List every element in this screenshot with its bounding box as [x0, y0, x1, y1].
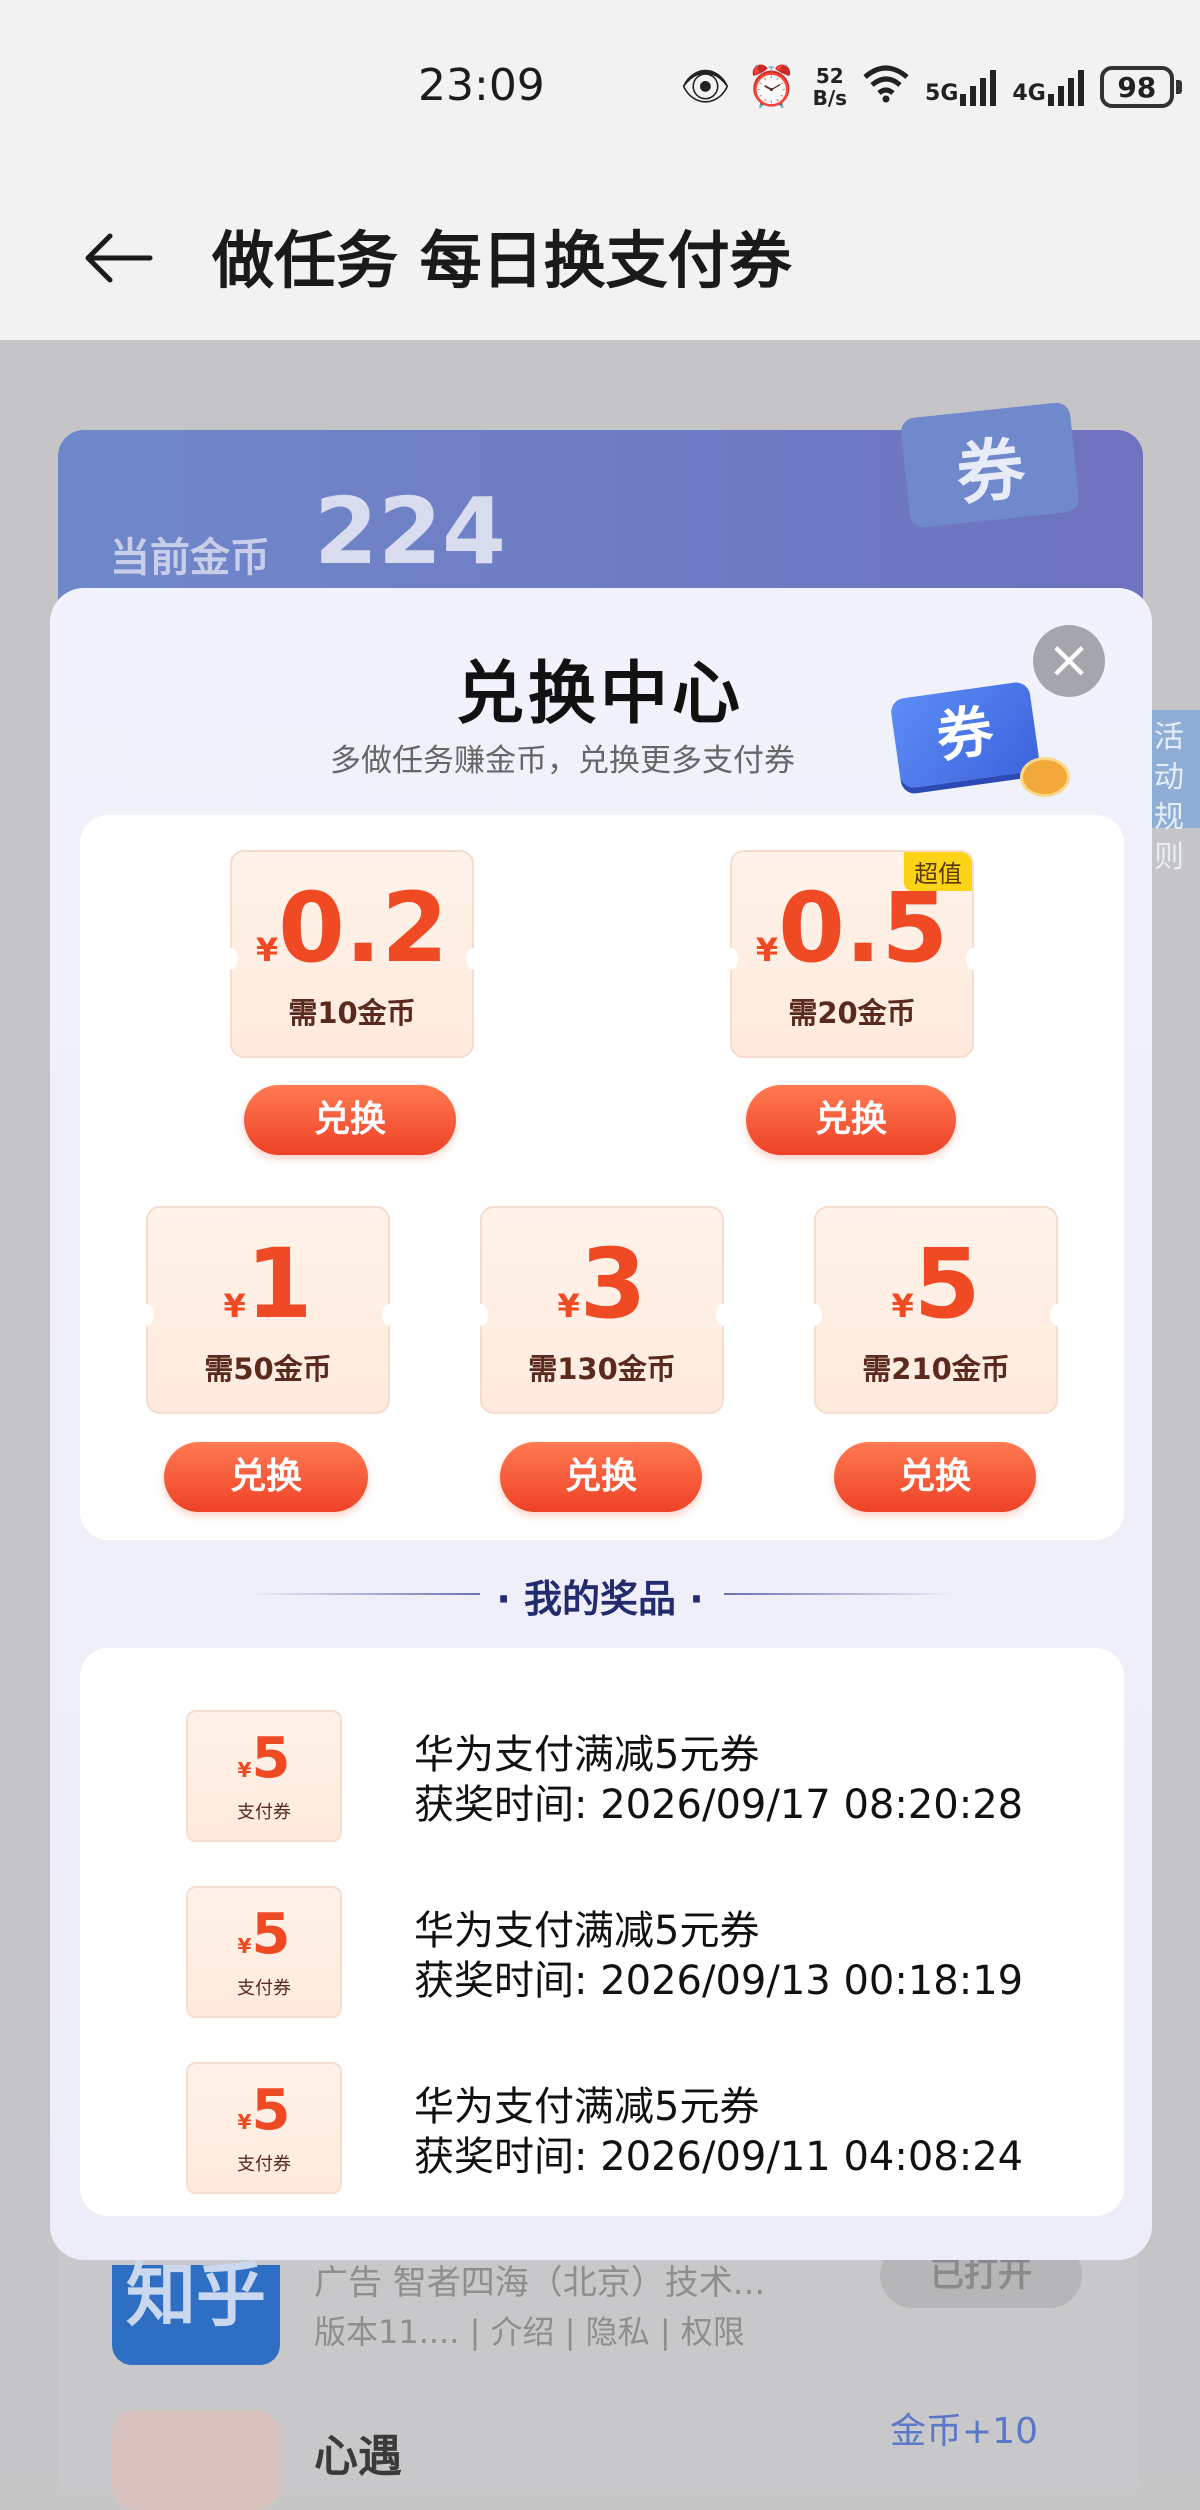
ticket-icon: 券 — [889, 680, 1041, 790]
voucher-card: ¥3 需130金币 — [474, 1206, 730, 1414]
voucher-thumb: ¥5 支付券 — [186, 1886, 342, 2018]
status-bar: 23:09 👁 ⏰ 52 B/s 5G 4G 98 — [0, 0, 1200, 180]
voucher-cost: 需10金币 — [288, 996, 416, 1030]
prize-amount: ¥5 — [188, 1726, 340, 1791]
ticket-icon: 券 — [899, 401, 1081, 529]
app-name: 心遇 — [314, 2431, 402, 2482]
coin-icon — [1020, 757, 1070, 797]
voucher-amount: ¥1 — [148, 1236, 388, 1332]
net-speed: 52 B/s — [813, 65, 847, 109]
xinyu-app-icon — [112, 2410, 280, 2510]
voucher-cost: 需20金币 — [788, 996, 916, 1030]
divider-right — [724, 1593, 954, 1595]
prize-item: ¥5 支付券 华为支付满减5元券 获奖时间: 2026/09/13 00:18:… — [80, 1876, 1124, 2026]
eye-icon: 👁 — [680, 64, 731, 110]
signal-4g: 4G — [1012, 68, 1084, 106]
battery-level: 98 — [1117, 70, 1157, 104]
my-prizes-title: · 我的奖品 · — [496, 1577, 704, 1621]
voucher-card: ¥5 需210金币 — [808, 1206, 1064, 1414]
prize-value: 5 — [251, 1726, 291, 1791]
prize-item: ¥5 支付券 华为支付满减5元券 获奖时间: 2026/09/17 08:20:… — [80, 1700, 1124, 1850]
voucher-cost: 需50金币 — [204, 1352, 332, 1386]
signal-4g-label: 4G — [1012, 81, 1046, 106]
voucher-amount: ¥0.2 — [232, 880, 472, 976]
prize-value: 5 — [251, 2078, 291, 2143]
voucher-value: 0.2 — [278, 872, 449, 984]
exchange-button[interactable]: 兑换 — [834, 1442, 1036, 1512]
yen-symbol: ¥ — [891, 1287, 914, 1325]
voucher-amount: ¥3 — [482, 1236, 722, 1332]
coin-label: 当前金币 — [110, 535, 270, 581]
signal-5g-label: 5G — [925, 81, 959, 106]
coin-reward: 金币+10 — [890, 2411, 1038, 2452]
voucher-thumb: ¥5 支付券 — [186, 1710, 342, 1842]
prize-type: 支付券 — [237, 2154, 291, 2175]
voucher-amount: ¥0.5 — [732, 880, 972, 976]
voucher-value: 0.5 — [778, 872, 949, 984]
prize-type: 支付券 — [237, 1802, 291, 1823]
battery-icon: 98 — [1099, 66, 1182, 108]
version-line: 版本11.... | 介绍 | 隐私 | 权限 — [314, 2313, 745, 2351]
net-speed-value: 52 — [815, 64, 844, 88]
alarm-icon: ⏰ — [746, 64, 797, 110]
voucher-card: ¥0.2 需10金币 — [224, 850, 480, 1058]
yen-symbol: ¥ — [237, 2110, 252, 2134]
voucher-value: 3 — [579, 1228, 647, 1340]
status-time: 23:09 — [418, 60, 545, 111]
signal-bars-icon — [1047, 68, 1084, 106]
status-icons: 👁 ⏰ 52 B/s 5G 4G 98 — [680, 62, 1182, 112]
coin-value: 224 — [314, 478, 507, 585]
voucher-thumb: ¥5 支付券 — [186, 2062, 342, 2194]
exchange-button[interactable]: 兑换 — [164, 1442, 368, 1512]
prize-amount: ¥5 — [188, 1902, 340, 1967]
voucher-card: ¥1 需50金币 — [140, 1206, 396, 1414]
yen-symbol: ¥ — [255, 931, 279, 969]
signal-bars-icon — [960, 68, 997, 106]
exchange-button[interactable]: 兑换 — [500, 1442, 702, 1512]
prize-amount: ¥5 — [188, 2078, 340, 2143]
voucher-value: 1 — [245, 1228, 313, 1340]
voucher-cost: 需210金币 — [862, 1352, 1010, 1386]
yen-symbol: ¥ — [237, 1758, 252, 1782]
app-header: 做任务 每日换支付券 — [0, 180, 1200, 340]
arrow-left-icon — [85, 233, 153, 283]
wifi-icon — [863, 65, 909, 110]
voucher-amount: ¥5 — [816, 1236, 1056, 1332]
signal-5g: 5G — [925, 68, 997, 106]
prize-time: 获奖时间: 2026/09/17 08:20:28 — [414, 1782, 1024, 1828]
yen-symbol: ¥ — [237, 1934, 252, 1958]
prize-time: 获奖时间: 2026/09/13 00:18:19 — [414, 1958, 1024, 2004]
back-button[interactable] — [80, 218, 160, 298]
exchange-button[interactable]: 兑换 — [244, 1085, 456, 1155]
exchange-button[interactable]: 兑换 — [746, 1085, 956, 1155]
net-speed-unit: B/s — [812, 86, 848, 110]
yen-symbol: ¥ — [755, 931, 779, 969]
ad-line: 广告 智者四海（北京）技术... — [314, 2263, 766, 2303]
prize-time: 获奖时间: 2026/09/11 04:08:24 — [414, 2134, 1024, 2180]
prize-type: 支付券 — [237, 1978, 291, 1999]
prize-value: 5 — [251, 1902, 291, 1967]
voucher-value: 5 — [913, 1228, 981, 1340]
voucher-cost: 需130金币 — [528, 1352, 676, 1386]
prize-item: ¥5 支付券 华为支付满减5元券 获奖时间: 2026/09/11 04:08:… — [80, 2052, 1124, 2202]
zhihu-app-icon: 知乎 — [112, 2260, 280, 2365]
voucher-card: 超值 ¥0.5 需20金币 — [724, 850, 980, 1058]
yen-symbol: ¥ — [557, 1287, 580, 1325]
prizes-panel: ¥5 支付券 华为支付满减5元券 获奖时间: 2026/09/17 08:20:… — [80, 1648, 1124, 2216]
yen-symbol: ¥ — [223, 1287, 246, 1325]
modal-subtitle: 多做任务赚金币，兑换更多支付券 — [330, 743, 795, 779]
page-title: 做任务 每日换支付券 — [212, 224, 792, 297]
